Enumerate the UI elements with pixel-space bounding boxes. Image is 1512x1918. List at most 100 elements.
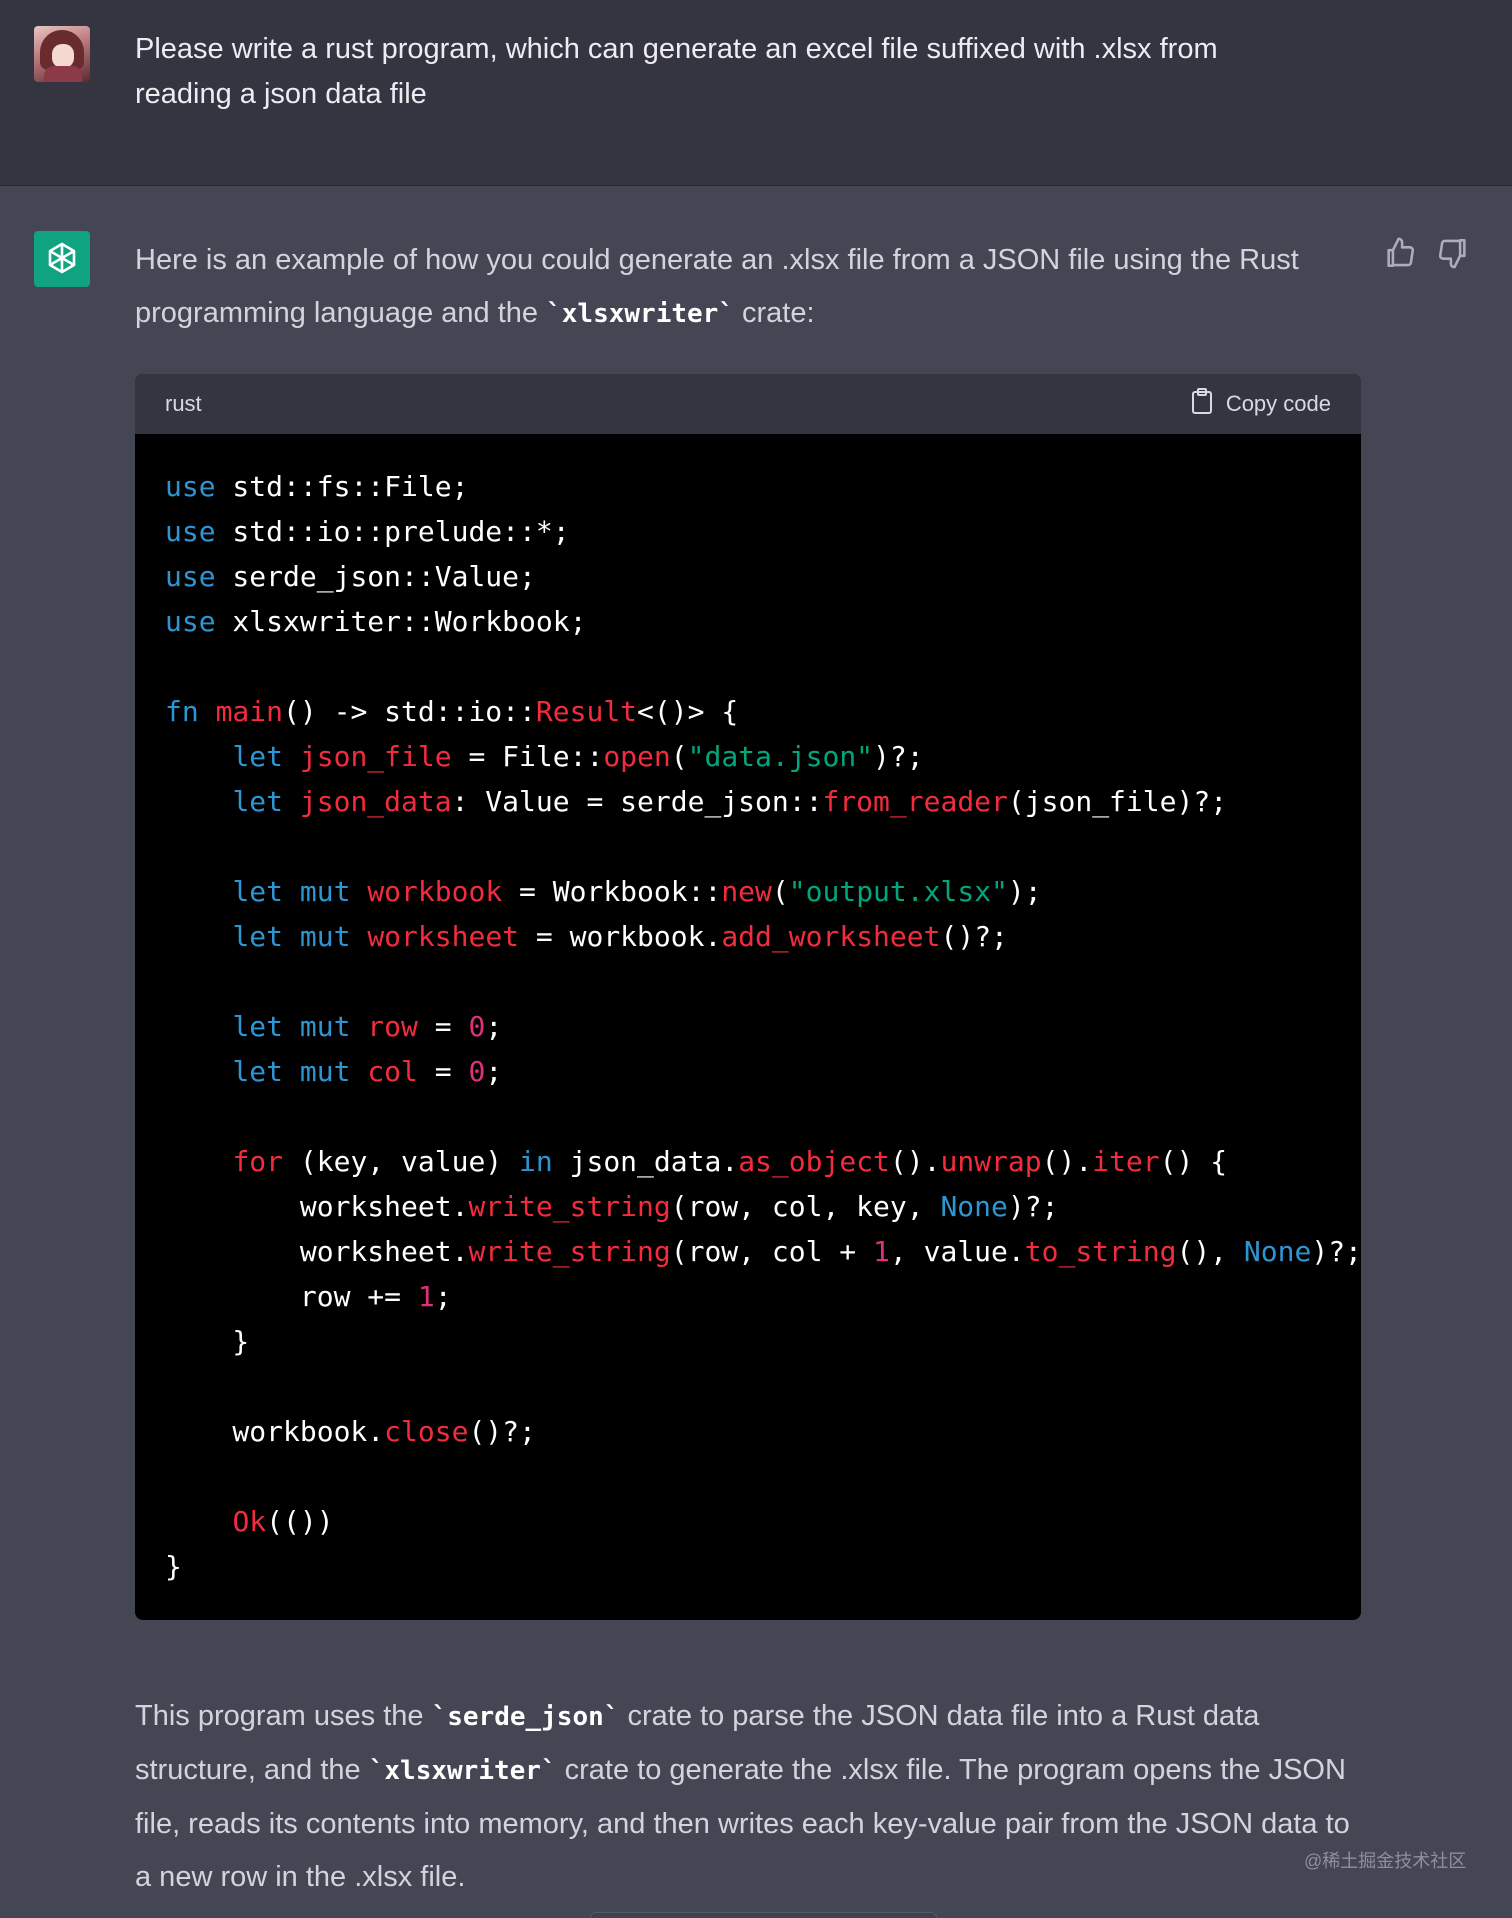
code-line: use std::fs::File; (165, 464, 1331, 509)
outro-inline-code-2: `xlsxwriter` (368, 1756, 557, 1786)
code-line: fn main() -> std::io::Result<()> { (165, 689, 1331, 734)
code-token: mut (299, 875, 351, 908)
code-token: = File:: (451, 740, 604, 773)
code-line: worksheet.write_string(row, col, key, No… (165, 1184, 1331, 1229)
code-content: use std::fs::File; use std::io::prelude::… (135, 434, 1361, 1589)
code-token: worksheet (367, 920, 520, 953)
code-token: (key, value) (283, 1145, 520, 1178)
outro-inline-code-1: `serde_json` (431, 1702, 620, 1732)
code-token: = workbook. (519, 920, 722, 953)
code-token: let (232, 1010, 284, 1043)
code-token: )?; (1007, 1190, 1059, 1223)
user-message-text: Please write a rust program, which can g… (135, 33, 1218, 110)
code-token: close (384, 1415, 469, 1448)
code-token: from_reader (822, 785, 1008, 818)
code-token: mut (299, 920, 351, 953)
code-token: mut (299, 1055, 351, 1088)
code-line: } (165, 1544, 1331, 1589)
code-token: (json_file)?; (1007, 785, 1228, 818)
copy-code-label: Copy code (1225, 391, 1331, 416)
code-token: (()) (266, 1505, 334, 1538)
code-token: let (232, 920, 284, 953)
code-token: ( (670, 740, 688, 773)
code-token: as_object (738, 1145, 890, 1178)
code-token: Ok (232, 1505, 267, 1538)
code-token: worksheet. (165, 1235, 469, 1268)
intro-text-after: crate: (733, 297, 815, 329)
code-token: row += (165, 1280, 418, 1313)
code-token: json_data (299, 785, 452, 818)
code-token: ; (485, 1010, 503, 1043)
code-token: } (165, 1325, 250, 1358)
code-token: (row, col + (670, 1235, 874, 1268)
code-token: (), (1176, 1235, 1244, 1268)
outro-text-1: This program uses the (135, 1700, 432, 1732)
code-line: workbook.close()?; (165, 1409, 1331, 1454)
code-token: new (721, 875, 772, 908)
watermark: @稀土掘金技术社区 (1304, 1851, 1467, 1871)
regenerate-button-edge[interactable] (590, 1912, 937, 1918)
code-token: 1 (873, 1235, 890, 1268)
code-token: use (165, 560, 216, 593)
code-token: let (232, 875, 284, 908)
code-line: let mut col = 0; (165, 1049, 1331, 1094)
code-line: worksheet.write_string(row, col + 1, val… (165, 1229, 1361, 1274)
code-line: } (165, 1319, 1331, 1364)
code-token: json_data. (552, 1145, 739, 1178)
code-line: row += 1; (165, 1274, 1331, 1319)
code-token: None (1243, 1235, 1312, 1268)
code-token: unwrap (940, 1145, 1042, 1178)
code-token: () { (1159, 1145, 1228, 1178)
code-token: xlsxwriter::Workbook; (215, 605, 587, 638)
code-token: let (232, 1055, 284, 1088)
code-token: workbook (367, 875, 503, 908)
code-line: use std::io::prelude::*; (165, 509, 1331, 554)
code-token: )?; (873, 740, 924, 773)
code-token: use (165, 515, 216, 548)
code-token: (row, col, key, (670, 1190, 941, 1223)
code-token: () -> std::io:: (283, 695, 536, 728)
thumbs-up-icon[interactable] (1383, 236, 1417, 270)
code-line: let mut row = 0; (165, 1004, 1331, 1049)
code-line: let json_data: Value = serde_json::from_… (165, 779, 1331, 824)
code-token: write_string (468, 1235, 671, 1268)
code-token: main (215, 695, 284, 728)
thumbs-down-icon[interactable] (1436, 236, 1470, 270)
code-token: mut (299, 1010, 351, 1043)
code-token: open (603, 740, 671, 773)
code-token: ); (1007, 875, 1042, 908)
code-line: for (key, value) in json_data.as_object(… (165, 1139, 1331, 1184)
code-token: = Workbook:: (502, 875, 722, 908)
code-token: worksheet. (165, 1190, 469, 1223)
code-token: , value. (889, 1235, 1025, 1268)
code-line: Ok(()) (165, 1499, 1331, 1544)
code-block-header: rust Copy code (135, 374, 1361, 434)
code-token: use (165, 470, 216, 503)
code-token: Result (535, 695, 638, 728)
code-token: ()?; (468, 1415, 536, 1448)
assistant-intro-text: Here is an example of how you could gene… (135, 234, 1365, 341)
code-token: for (232, 1145, 284, 1178)
code-token: "data.json" (687, 740, 874, 773)
code-token: json_file (299, 740, 452, 773)
code-token: None (940, 1190, 1008, 1223)
code-language-label: rust (165, 391, 202, 416)
copy-code-button[interactable]: Copy code (1190, 387, 1331, 421)
code-token: write_string (468, 1190, 671, 1223)
